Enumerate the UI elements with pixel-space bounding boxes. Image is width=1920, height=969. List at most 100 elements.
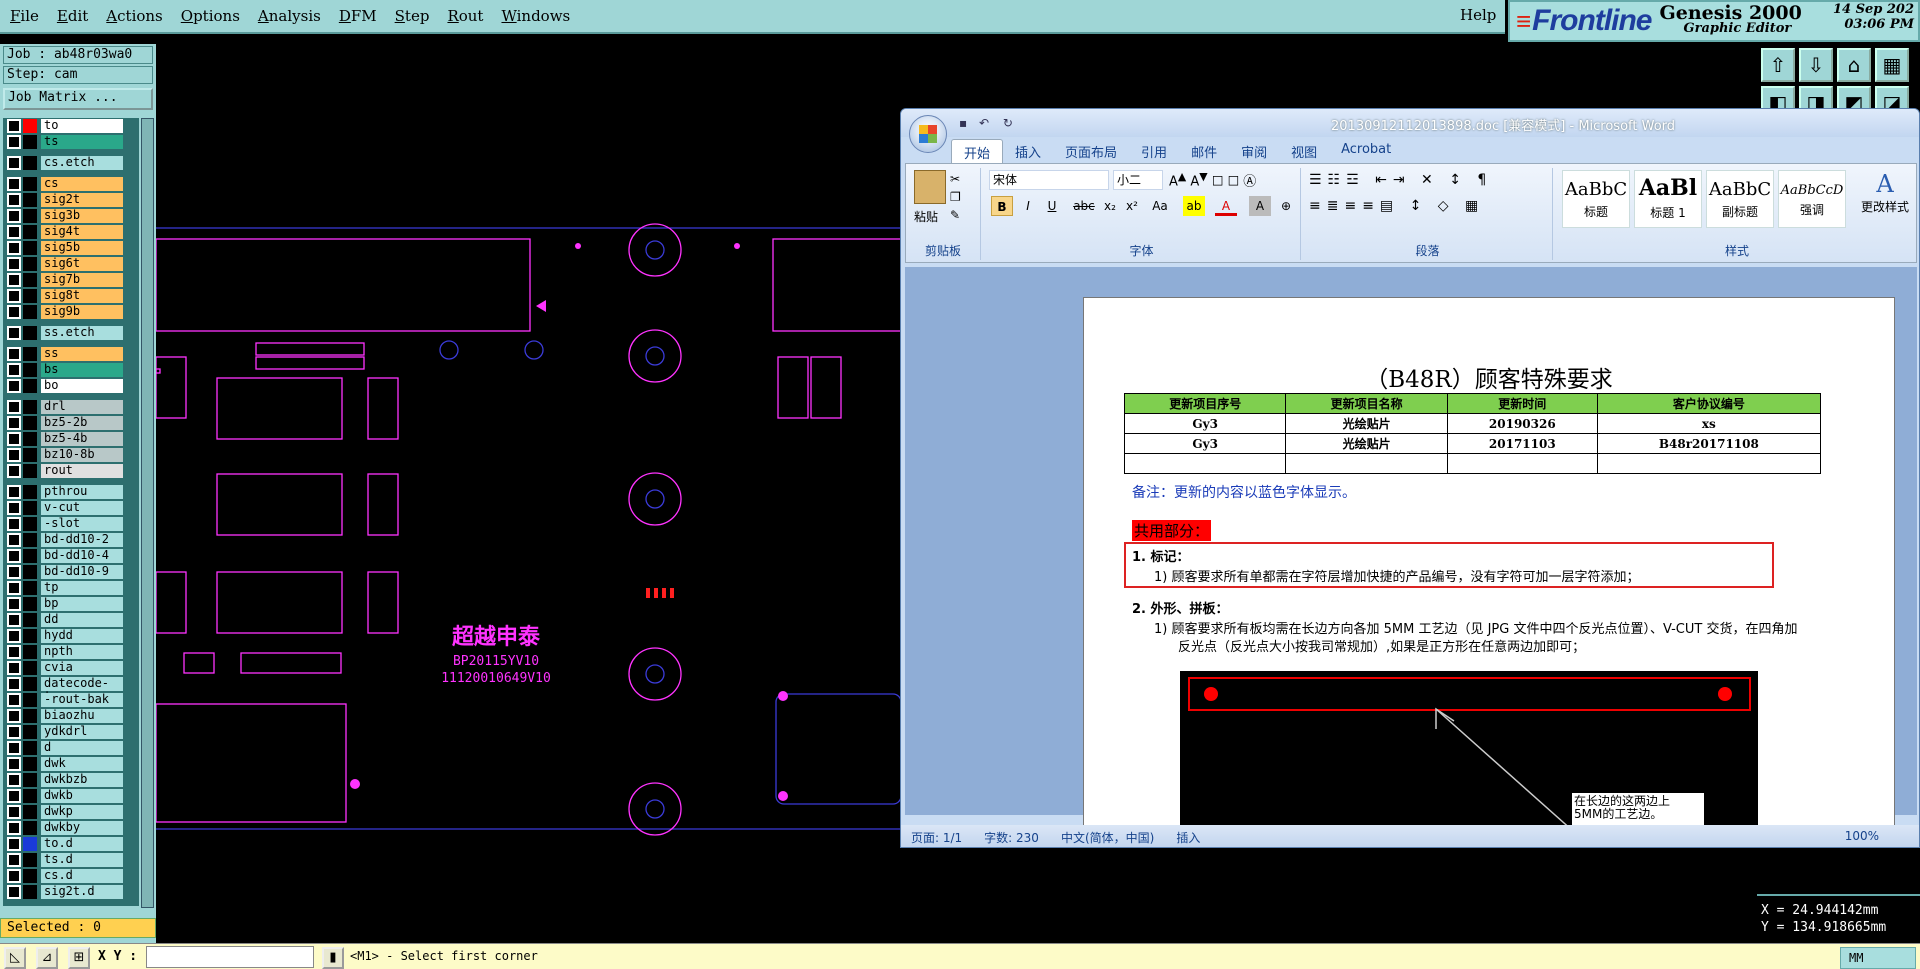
layer-name[interactable]: datecode-to — [41, 677, 123, 703]
layer-row[interactable]: npth — [3, 644, 139, 660]
update-table[interactable]: 更新项目序号 更新项目名称 更新时间 客户协议编号 Gy3 光绘贴片 2019032… — [1123, 393, 1822, 474]
enclosed-char-icon[interactable]: ⊕ — [1275, 196, 1297, 216]
layer-row[interactable]: cs.d — [3, 868, 139, 884]
layer-row[interactable]: -slot — [3, 516, 139, 532]
layer-name[interactable]: dd — [41, 613, 123, 627]
layer-color-swatch[interactable] — [23, 805, 37, 819]
layer-checkbox[interactable] — [7, 241, 21, 255]
layer-color-swatch[interactable] — [23, 289, 37, 303]
xy-input[interactable] — [146, 946, 314, 968]
layer-name[interactable]: dwk — [41, 757, 123, 771]
layer-checkbox[interactable] — [7, 757, 21, 771]
layer-color-swatch[interactable] — [23, 225, 37, 239]
layer-checkbox[interactable] — [7, 837, 21, 851]
layer-list[interactable]: to ts cs.etch cs sig2t sig3b sig4t sig5b sig6t si… — [3, 118, 139, 906]
layer-row[interactable]: bz10-8b — [3, 447, 139, 463]
layer-name[interactable]: d — [41, 741, 123, 755]
layer-checkbox[interactable] — [7, 193, 21, 207]
layer-name[interactable]: -slot — [41, 517, 123, 531]
layer-name[interactable]: sig7b — [41, 273, 123, 287]
layer-checkbox[interactable] — [7, 326, 21, 340]
layer-checkbox[interactable] — [7, 119, 21, 133]
ribbon-tab[interactable]: 开始 — [951, 139, 1004, 163]
layer-checkbox[interactable] — [7, 517, 21, 531]
layer-name[interactable]: bp — [41, 597, 123, 611]
layer-name[interactable]: sig4t — [41, 225, 123, 239]
layer-checkbox[interactable] — [7, 645, 21, 659]
office-button[interactable] — [909, 115, 947, 153]
layer-checkbox[interactable] — [7, 209, 21, 223]
paste-icon[interactable] — [914, 170, 946, 204]
layer-checkbox[interactable] — [7, 533, 21, 547]
layer-row[interactable]: sig2t.d — [3, 884, 139, 900]
menu-analysis[interactable]: Analysis — [258, 7, 321, 25]
layer-checkbox[interactable] — [7, 464, 21, 478]
layer-color-swatch[interactable] — [23, 709, 37, 723]
layer-row[interactable]: dwkp — [3, 804, 139, 820]
layer-row[interactable]: -rout-bak — [3, 692, 139, 708]
menu-options[interactable]: Options — [181, 7, 240, 25]
zoom-level[interactable]: 100% — [1845, 829, 1879, 843]
ribbon-tab[interactable]: 审阅 — [1229, 139, 1279, 163]
layer-color-swatch[interactable] — [23, 464, 37, 478]
layer-color-swatch[interactable] — [23, 773, 37, 787]
layer-row[interactable]: dd — [3, 612, 139, 628]
layer-name[interactable]: cs — [41, 177, 123, 191]
ribbon-tab[interactable]: 邮件 — [1179, 139, 1229, 163]
select-tool-icon[interactable]: ◺ — [4, 947, 26, 969]
layer-name[interactable]: dwkbzb — [41, 773, 123, 787]
layer-row[interactable]: dwk — [3, 756, 139, 772]
save-icon[interactable]: ▪ — [959, 116, 967, 130]
layer-name[interactable]: ydkdrl — [41, 725, 123, 739]
layer-name[interactable]: dwkby — [41, 821, 123, 835]
layer-color-swatch[interactable] — [23, 379, 37, 393]
layer-row[interactable]: ss.etch — [3, 325, 139, 341]
layer-name[interactable]: sig8t — [41, 289, 123, 303]
layer-color-swatch[interactable] — [23, 853, 37, 867]
layer-name[interactable]: bd-dd10-9 — [41, 565, 123, 579]
layer-color-swatch[interactable] — [23, 565, 37, 579]
layer-row[interactable]: bs — [3, 362, 139, 378]
layer-row[interactable]: to.d — [3, 836, 139, 852]
home-icon[interactable]: ⌂ — [1837, 48, 1871, 82]
highlight-icon[interactable]: ab — [1183, 196, 1205, 216]
layer-name[interactable]: bs — [41, 363, 123, 377]
layer-checkbox[interactable] — [7, 400, 21, 414]
layer-color-swatch[interactable] — [23, 119, 37, 133]
layer-row[interactable]: sig8t — [3, 288, 139, 304]
char-shading-icon[interactable]: A — [1249, 196, 1271, 216]
format-painter-icon[interactable]: ✎ — [950, 208, 960, 222]
layer-color-swatch[interactable] — [23, 613, 37, 627]
layer-row[interactable]: v-cut — [3, 500, 139, 516]
document-area[interactable]: （B48R）顾客特殊要求 更新项目序号 更新项目名称 更新时间 客户协议编号 G… — [905, 267, 1917, 847]
layer-name[interactable]: ts.d — [41, 853, 123, 867]
layer-row[interactable]: sig9b — [3, 304, 139, 320]
font-name-select[interactable]: 宋体 — [989, 170, 1109, 190]
menu-edit[interactable]: Edit — [57, 7, 88, 25]
layer-row[interactable]: datecode-to — [3, 676, 139, 703]
layer-name[interactable]: cs.d — [41, 869, 123, 883]
layer-color-swatch[interactable] — [23, 273, 37, 287]
layer-row[interactable]: sig7b — [3, 272, 139, 288]
insert-mode[interactable]: 插入 — [1176, 829, 1200, 846]
page-count[interactable]: 页面: 1/1 — [911, 829, 962, 846]
input-toggle-icon[interactable]: ▮ — [322, 947, 344, 969]
style-emphasis[interactable]: AaBbCcD 强调 — [1778, 170, 1846, 228]
layer-row[interactable]: sig2t — [3, 192, 139, 208]
layer-checkbox[interactable] — [7, 135, 21, 149]
layer-name[interactable]: sig5b — [41, 241, 123, 255]
ribbon-tab[interactable]: 引用 — [1129, 139, 1179, 163]
layer-row[interactable]: bd-dd10-4 — [3, 548, 139, 564]
layer-name[interactable]: bz5-4b — [41, 432, 123, 446]
layer-name[interactable]: bo — [41, 379, 123, 393]
layer-checkbox[interactable] — [7, 177, 21, 191]
layer-color-swatch[interactable] — [23, 693, 37, 707]
ribbon-tab[interactable]: 页面布局 — [1053, 139, 1129, 163]
change-styles-button[interactable]: A 更改样式 — [1856, 170, 1914, 215]
layer-color-swatch[interactable] — [23, 156, 37, 170]
layer-color-swatch[interactable] — [23, 347, 37, 361]
layer-color-swatch[interactable] — [23, 517, 37, 531]
layer-checkbox[interactable] — [7, 289, 21, 303]
menu-dfm[interactable]: DFM — [339, 7, 377, 25]
layer-color-swatch[interactable] — [23, 326, 37, 340]
